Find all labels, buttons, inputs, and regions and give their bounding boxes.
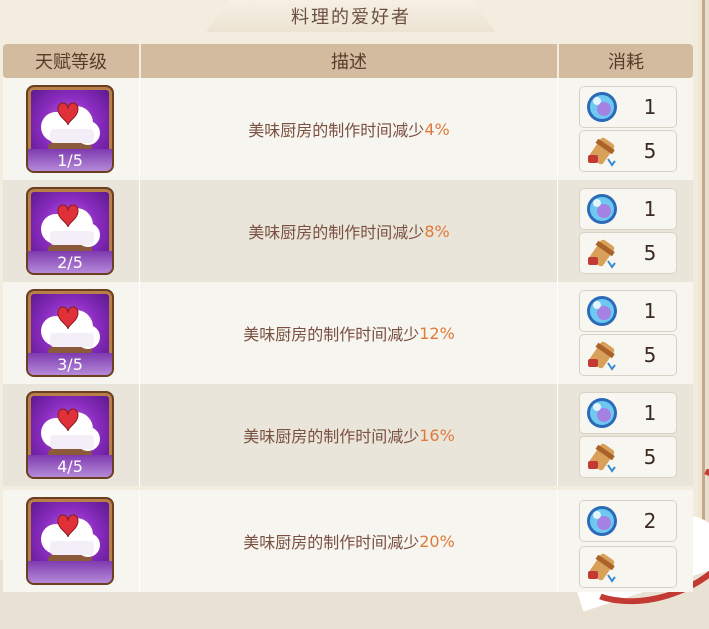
panel-edge [702, 0, 705, 540]
row-description: 美味厨房的制作时间减少 16% [141, 384, 557, 486]
header-level: 天赋等级 [35, 52, 107, 73]
table-row: 4/5 美味厨房的制作时间减少 16% 1 5 [3, 384, 693, 486]
cost-scroll: 5 [579, 232, 677, 274]
blue-orb-icon [582, 89, 622, 125]
description-text: 美味厨房的制作时间减少 [248, 223, 425, 242]
blue-orb-icon [582, 395, 622, 431]
scroll-icon [582, 133, 622, 169]
column-divider [139, 490, 140, 592]
cost-orb: 1 [579, 188, 677, 230]
description-value: 8% [424, 221, 450, 241]
table-header: 天赋等级 描述 消耗 [3, 44, 693, 78]
blue-orb-icon [582, 191, 622, 227]
level-text: 3/5 [57, 354, 83, 374]
cost-orb: 1 [579, 392, 677, 434]
talent-icon-button[interactable]: 1/5 [26, 85, 114, 173]
blue-orb-icon [582, 503, 622, 539]
page-title: 料理的爱好者 [291, 7, 411, 28]
column-divider [139, 78, 140, 180]
orb-count: 1 [643, 299, 657, 323]
scroll-icon [582, 337, 622, 373]
orb-count: 1 [643, 95, 657, 119]
level-text: 1/5 [57, 150, 83, 170]
column-divider [557, 490, 558, 592]
description-value: 20% [419, 531, 455, 551]
table-row: 美味厨房的制作时间减少 20% 2 [3, 490, 693, 592]
description-text: 美味厨房的制作时间减少 [243, 325, 420, 344]
blue-orb-icon [582, 293, 622, 329]
column-divider [557, 282, 558, 384]
description-text: 美味厨房的制作时间减少 [248, 121, 425, 140]
header-description: 描述 [331, 52, 367, 73]
cost-scroll: 5 [579, 436, 677, 478]
scroll-icon [582, 439, 622, 475]
scroll-icon [582, 235, 622, 271]
description-value: 12% [419, 323, 455, 343]
cost-scroll: 5 [579, 130, 677, 172]
table-row: 1/5 美味厨房的制作时间减少 4% 1 5 [3, 78, 693, 180]
column-divider [557, 180, 558, 282]
column-divider [139, 282, 140, 384]
row-description: 美味厨房的制作时间减少 12% [141, 282, 557, 384]
talent-icon-button[interactable]: 3/5 [26, 289, 114, 377]
description-value: 16% [419, 425, 455, 445]
description-text: 美味厨房的制作时间减少 [243, 427, 420, 446]
level-text: 2/5 [57, 252, 83, 272]
row-description: 美味厨房的制作时间减少 8% [141, 180, 557, 282]
level-bar: 2/5 [28, 251, 112, 273]
table-row: 2/5 美味厨房的制作时间减少 8% 1 5 [3, 180, 693, 282]
talent-panel: 料理的爱好者 天赋等级 描述 消耗 1/5 美味厨房的制作时间减少4% 1 5 [0, 0, 709, 629]
header-cost: 消耗 [608, 52, 644, 73]
title-tab: 料理的爱好者 [206, 0, 496, 32]
column-divider [557, 384, 558, 486]
description-value: 4% [424, 119, 450, 139]
orb-count: 1 [643, 197, 657, 221]
column-divider [139, 384, 140, 486]
orb-count: 1 [643, 401, 657, 425]
cost-scroll [579, 546, 677, 588]
level-bar: 1/5 [28, 149, 112, 171]
level-bar [28, 561, 112, 583]
cost-orb: 1 [579, 290, 677, 332]
table-row: 3/5 美味厨房的制作时间减少 12% 1 5 [3, 282, 693, 384]
level-bar: 4/5 [28, 455, 112, 477]
scroll-count: 5 [643, 445, 657, 469]
talent-icon-button[interactable] [26, 497, 114, 585]
cost-orb: 2 [579, 500, 677, 542]
cost-orb: 1 [579, 86, 677, 128]
level-text: 4/5 [57, 456, 83, 476]
scroll-count: 5 [643, 241, 657, 265]
orb-count: 2 [643, 509, 657, 533]
cost-scroll: 5 [579, 334, 677, 376]
scroll-count: 5 [643, 139, 657, 163]
talent-icon-button[interactable]: 2/5 [26, 187, 114, 275]
column-divider [139, 180, 140, 282]
level-bar: 3/5 [28, 353, 112, 375]
row-description: 美味厨房的制作时间减少 4% [141, 78, 557, 180]
scroll-count [630, 547, 670, 587]
scroll-count: 5 [643, 343, 657, 367]
description-text: 美味厨房的制作时间减少 [243, 533, 420, 552]
scroll-icon [582, 549, 622, 585]
talent-icon-button[interactable]: 4/5 [26, 391, 114, 479]
column-divider [557, 78, 558, 180]
row-description: 美味厨房的制作时间减少 20% [141, 490, 557, 592]
